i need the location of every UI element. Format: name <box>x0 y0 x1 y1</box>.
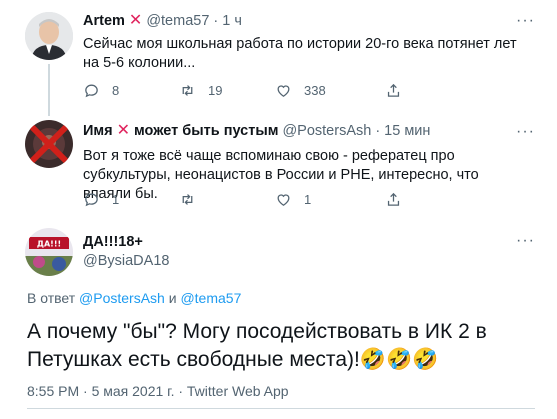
reply-count: 8 <box>112 83 120 98</box>
like-count: 338 <box>304 83 326 98</box>
tweet-artem[interactable]: Artem ✕ @tema57 · 1 ч ··· Сейчас моя шко… <box>0 0 557 120</box>
author-name[interactable]: Artem <box>83 13 125 29</box>
tweet-postersash[interactable]: Имя ✕ может быть пустым @PostersAsh · 15… <box>0 120 557 220</box>
author-handle[interactable]: @PostersAsh <box>282 123 371 139</box>
thread-line <box>48 64 50 116</box>
share-icon <box>387 192 400 206</box>
retweet-icon <box>182 85 193 96</box>
reply-to-user-tema57[interactable]: @tema57 <box>180 290 241 306</box>
reply-icon <box>85 193 98 207</box>
tweet-handle-row: @BysiaDA18 <box>83 253 169 269</box>
like-button[interactable]: 338 <box>275 82 385 99</box>
more-options-icon[interactable]: ··· <box>516 123 535 141</box>
heart-icon <box>277 194 290 206</box>
like-count: 1 <box>304 192 312 207</box>
tweet-actions: 8 19 338 <box>83 82 402 99</box>
avatar-postersash[interactable] <box>25 120 73 168</box>
reply-to-prefix: В ответ <box>27 290 76 306</box>
tweet-time[interactable]: 1 ч <box>222 13 242 29</box>
cross-mark-icon: ✕ <box>116 122 131 139</box>
retweet-button[interactable]: 19 <box>179 82 275 99</box>
tweet-header: Artem ✕ @tema57 · 1 ч <box>83 12 242 30</box>
avatar-bysiada18[interactable]: ДА!!! <box>25 228 73 276</box>
more-options-icon[interactable]: ··· <box>516 12 535 30</box>
retweet-icon <box>182 194 193 205</box>
reply-count: 1 <box>112 192 120 207</box>
tweet-header: Имя ✕ может быть пустым @PostersAsh · 15… <box>83 122 430 140</box>
reply-button[interactable]: 8 <box>83 82 179 99</box>
cross-mark-icon: ✕ <box>128 12 143 29</box>
reply-to-line: В ответ @PostersAsh и @tema57 <box>27 290 241 306</box>
author-handle[interactable]: @tema57 <box>146 13 209 29</box>
separator-dot: · <box>375 123 381 139</box>
like-button[interactable]: 1 <box>275 191 385 208</box>
more-options-icon[interactable]: ··· <box>516 232 535 250</box>
main-tweet-text: А почему "бы"? Могу посодействовать в ИК… <box>27 320 487 371</box>
author-name[interactable]: ДА!!!18+ <box>83 234 143 250</box>
tweet-time[interactable]: 15 мин <box>384 123 430 139</box>
avatar-text: ДА!!! <box>37 240 61 249</box>
tweet-header: ДА!!!18+ <box>83 234 143 250</box>
share-button[interactable] <box>385 191 402 208</box>
reply-to-and: и <box>168 290 177 306</box>
author-handle[interactable]: @BysiaDA18 <box>83 253 169 269</box>
author-name[interactable]: Имя <box>83 123 113 139</box>
share-icon <box>387 83 400 97</box>
tweet-meta[interactable]: 8:55 PM · 5 мая 2021 г. · Twitter Web Ap… <box>27 383 289 399</box>
heart-icon <box>277 85 290 97</box>
avatar-artem[interactable] <box>25 12 73 60</box>
reply-icon <box>85 84 98 98</box>
retweet-button[interactable] <box>179 191 275 208</box>
tweet-text: Сейчас моя школьная работа по истории 20… <box>83 36 517 71</box>
tweet-actions: 1 1 <box>83 191 402 208</box>
reply-button[interactable]: 1 <box>83 191 179 208</box>
separator-dot: · <box>213 13 219 29</box>
reply-to-user-postersash[interactable]: @PostersAsh <box>79 290 165 306</box>
divider <box>27 408 535 409</box>
retweet-count: 19 <box>208 83 223 98</box>
share-button[interactable] <box>385 82 402 99</box>
author-name-suffix[interactable]: может быть пустым <box>134 123 278 139</box>
